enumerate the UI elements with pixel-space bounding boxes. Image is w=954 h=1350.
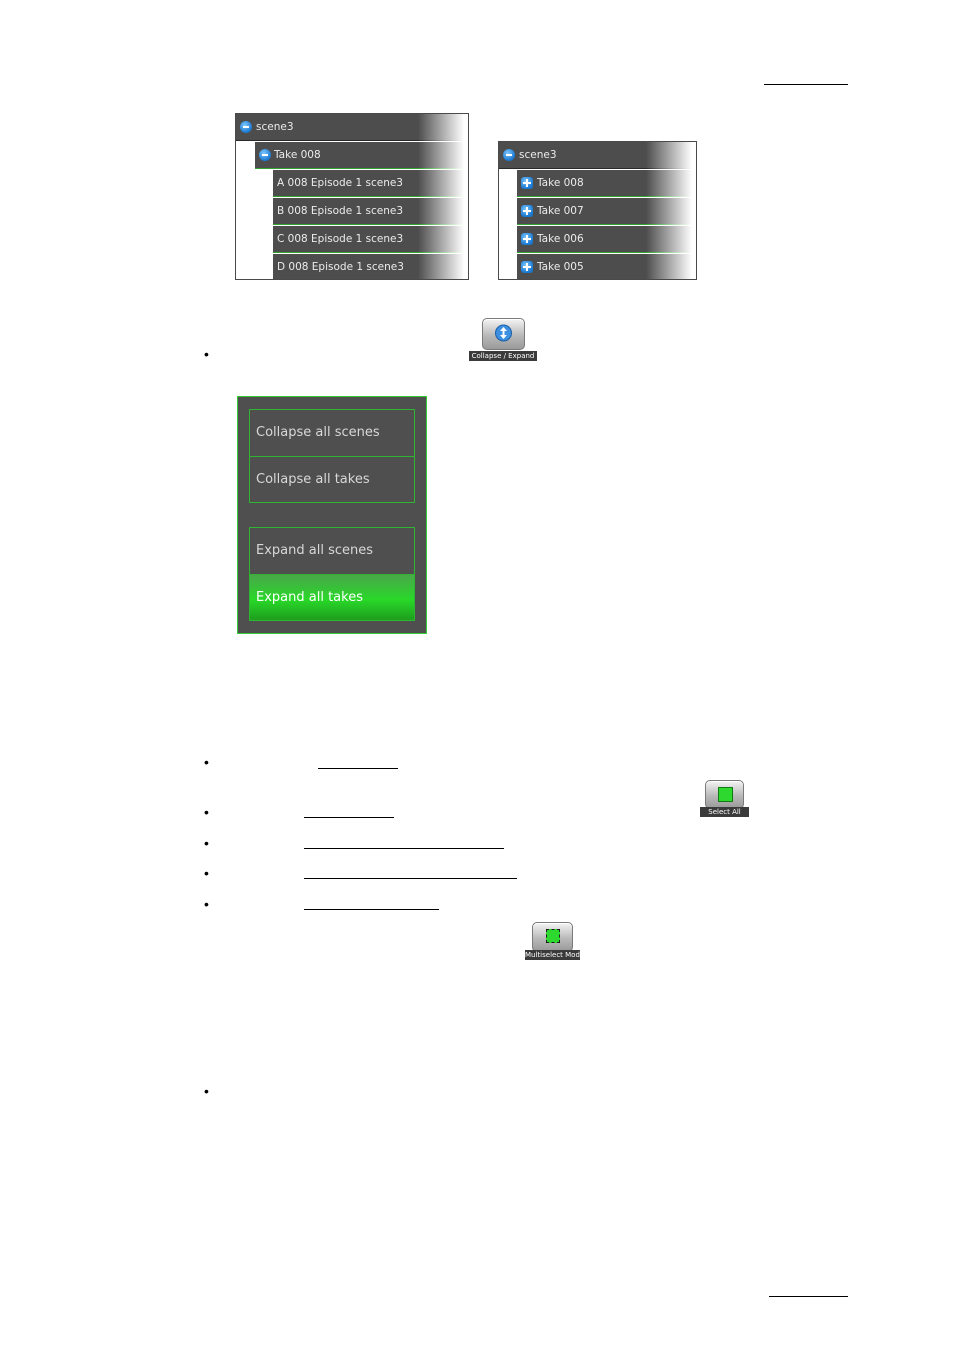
collapsed-tree-panel: scene3 Take 008 Take 007 Take 006 Take 0… <box>498 141 697 280</box>
multiselect-icon <box>546 929 560 943</box>
expanded-tree-panel: scene3 Take 008 A 008 Episode 1 scene3 B… <box>235 113 469 280</box>
collapse-minus-icon[interactable] <box>503 149 515 161</box>
bullet: • <box>204 865 209 881</box>
bullet: • <box>204 896 209 912</box>
expand-plus-icon[interactable] <box>521 233 533 245</box>
bullet: • <box>204 835 209 851</box>
tree-row-label: scene3 <box>519 149 557 161</box>
link-underline[interactable] <box>304 817 394 818</box>
bullet: • <box>204 346 209 362</box>
collapse-minus-icon[interactable] <box>240 121 252 133</box>
link-underline[interactable] <box>318 768 398 769</box>
button-caption: Multiselect Mode <box>525 950 580 960</box>
menu-item-collapse-all-takes[interactable]: Collapse all takes <box>250 456 414 502</box>
link-underline[interactable] <box>304 848 504 849</box>
bullet: • <box>204 804 209 820</box>
tree-row-label: Take 008 <box>537 177 584 189</box>
bullet: • <box>204 1083 209 1099</box>
tree-fade <box>646 142 696 279</box>
tree-row-label: Take 007 <box>537 205 584 217</box>
select-all-button[interactable]: Select All <box>700 780 749 817</box>
tree-row-label: B 008 Episode 1 scene3 <box>277 205 404 217</box>
link-underline[interactable] <box>304 878 517 879</box>
collapse-expand-menu: Collapse all scenes Collapse all takes E… <box>237 396 427 634</box>
expand-plus-icon[interactable] <box>521 261 533 273</box>
menu-item-expand-all-scenes[interactable]: Expand all scenes <box>250 528 414 574</box>
tree-row-label: scene3 <box>256 121 294 133</box>
up-down-arrow-icon <box>495 324 512 342</box>
tree-row-label: Take 005 <box>537 261 584 273</box>
button-caption: Collapse / Expand <box>469 351 537 361</box>
green-square-icon <box>718 787 733 802</box>
expand-plus-icon[interactable] <box>521 205 533 217</box>
multiselect-mode-button[interactable]: Multiselect Mode <box>525 922 580 960</box>
tree-row-label: Take 006 <box>537 233 584 245</box>
header-rule <box>764 84 848 85</box>
tree-row-label: A 008 Episode 1 scene3 <box>277 177 403 189</box>
tree-row-label: D 008 Episode 1 scene3 <box>277 261 404 273</box>
collapse-expand-button[interactable]: Collapse / Expand <box>469 318 537 361</box>
footer-rule <box>769 1296 848 1297</box>
menu-item-collapse-all-scenes[interactable]: Collapse all scenes <box>250 410 414 456</box>
collapse-group: Collapse all scenes Collapse all takes <box>249 409 415 503</box>
tree-fade <box>418 114 468 279</box>
button-caption: Select All <box>700 807 749 817</box>
collapse-minus-icon[interactable] <box>259 149 271 161</box>
expand-group: Expand all scenes Expand all takes <box>249 527 415 621</box>
tree-row-label: C 008 Episode 1 scene3 <box>277 233 404 245</box>
expand-plus-icon[interactable] <box>521 177 533 189</box>
bullet: • <box>204 754 209 770</box>
menu-item-expand-all-takes[interactable]: Expand all takes <box>250 574 414 620</box>
tree-row-label: Take 008 <box>274 149 321 161</box>
link-underline[interactable] <box>304 909 439 910</box>
